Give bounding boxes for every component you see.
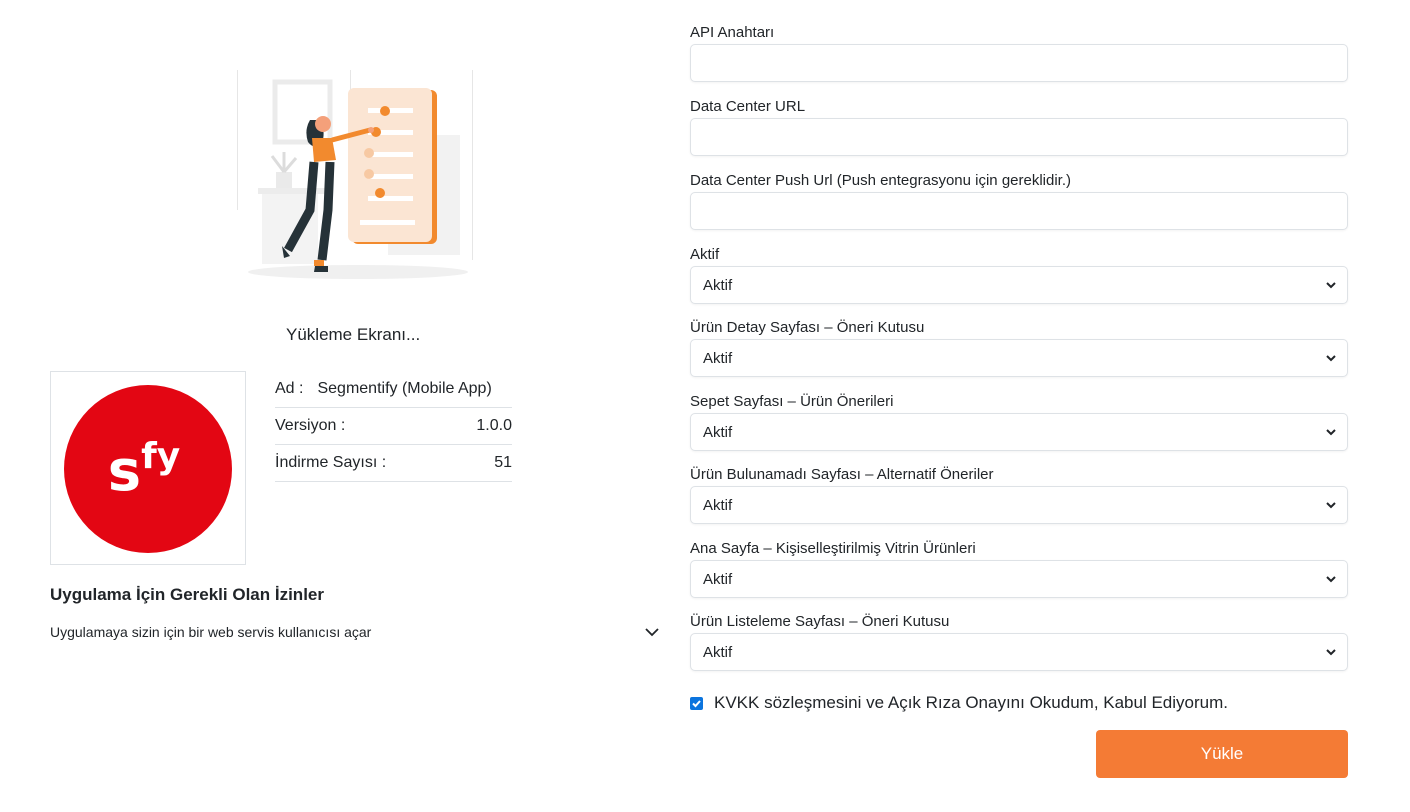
data-center-url-input[interactable]: [690, 118, 1348, 156]
segmentify-logo: sfy: [64, 385, 232, 553]
not-found-select-label: Ürün Bulunamadı Sayfası – Alternatif Öne…: [690, 466, 994, 483]
product-detail-select-value: Aktif: [703, 349, 733, 367]
home-page-select-value: Aktif: [703, 570, 733, 588]
basket-select-label: Sepet Sayfası – Ürün Önerileri: [690, 393, 894, 410]
basket-select-value: Aktif: [703, 423, 733, 441]
app-name-value: Segmentify (Mobile App): [317, 380, 492, 397]
app-downloads-value: 51: [494, 454, 512, 471]
home-page-select[interactable]: Aktif: [690, 560, 1348, 598]
data-center-url-label: Data Center URL: [690, 98, 806, 115]
product-detail-select-label: Ürün Detay Sayfası – Öneri Kutusu: [690, 319, 925, 336]
home-page-select-label: Ana Sayfa – Kişiselleştirilmiş Vitrin Ür…: [690, 540, 976, 557]
logo-letter-s: s: [107, 438, 142, 504]
not-found-select[interactable]: Aktif: [690, 486, 1348, 524]
submit-button[interactable]: Yükle: [1096, 730, 1348, 778]
consent-checkbox[interactable]: [690, 696, 703, 710]
app-version-row: Versiyon : 1.0.0: [275, 408, 512, 445]
permission-item-text: Uygulamaya sizin için bir web servis kul…: [50, 624, 372, 640]
chevron-down-icon: [1326, 355, 1336, 362]
product-listing-select-value: Aktif: [703, 643, 733, 661]
chevron-down-icon: [1326, 576, 1336, 583]
not-found-select-value: Aktif: [703, 496, 733, 514]
check-icon: [692, 699, 701, 707]
product-listing-select[interactable]: Aktif: [690, 633, 1348, 671]
consent-row: KVKK sözleşmesini ve Açık Rıza Onayını O…: [690, 693, 1228, 713]
data-center-push-url-input[interactable]: [690, 192, 1348, 230]
app-downloads-label: İndirme Sayısı :: [275, 454, 387, 471]
app-downloads-row: İndirme Sayısı : 51: [275, 445, 512, 482]
app-name-label: Ad :: [275, 380, 304, 397]
app-logo: sfy: [50, 371, 246, 565]
product-listing-select-label: Ürün Listeleme Sayfası – Öneri Kutusu: [690, 613, 950, 630]
basket-select[interactable]: Aktif: [690, 413, 1348, 451]
data-center-push-url-label: Data Center Push Url (Push entegrasyonu …: [690, 172, 1072, 189]
app-version-label: Versiyon :: [275, 417, 346, 434]
logo-letters-fy: fy: [141, 435, 181, 477]
api-key-input[interactable]: [690, 44, 1348, 82]
chevron-down-icon: [1326, 649, 1336, 656]
illustration: [210, 60, 500, 290]
active-select-value: Aktif: [703, 276, 733, 294]
permission-item[interactable]: Uygulamaya sizin için bir web servis kul…: [50, 624, 660, 640]
integration-form: API Anahtarı Data Center URL Data Center…: [690, 22, 1348, 685]
active-select[interactable]: Aktif: [690, 266, 1348, 304]
chevron-down-icon: [1326, 502, 1336, 509]
permissions-title: Uygulama İçin Gerekli Olan İzinler: [50, 585, 324, 604]
active-select-label: Aktif: [690, 246, 720, 263]
consent-label: KVKK sözleşmesini ve Açık Rıza Onayını O…: [714, 693, 1228, 712]
app-version-value: 1.0.0: [476, 417, 512, 434]
chevron-down-icon: [1326, 429, 1336, 436]
loading-title: Yükleme Ekranı...: [286, 325, 421, 344]
chevron-down-icon[interactable]: [644, 624, 660, 640]
chevron-down-icon: [1326, 282, 1336, 289]
product-detail-select[interactable]: Aktif: [690, 339, 1348, 377]
app-info-table: Ad : Segmentify (Mobile App) Versiyon : …: [275, 371, 512, 482]
app-name-row: Ad : Segmentify (Mobile App): [275, 371, 512, 408]
api-key-label: API Anahtarı: [690, 24, 775, 41]
